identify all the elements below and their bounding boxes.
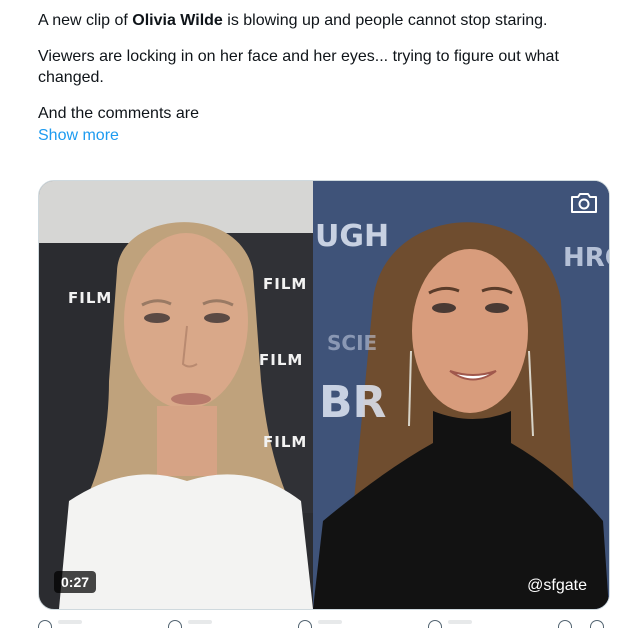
retweet-count	[188, 620, 212, 624]
tweet-paragraph-3: And the comments are	[38, 105, 199, 122]
left-panel-backdrop	[39, 181, 313, 609]
like-count	[318, 620, 342, 624]
mention-name: Olivia Wilde	[132, 12, 223, 29]
backdrop-text: SCIE	[327, 331, 378, 355]
backdrop-logo: FILM	[259, 351, 304, 369]
bookmark-icon[interactable]	[558, 620, 572, 628]
camera-icon[interactable]	[569, 191, 599, 215]
video-player[interactable]: FILM FILM FILM FILM UGH SCIE BR HR 0:27 …	[38, 180, 610, 610]
tweet-action-bar	[38, 618, 608, 628]
views-count	[448, 620, 472, 624]
backdrop-logo: FILM	[68, 289, 113, 307]
video-right-panel: UGH SCIE BR HRO	[313, 181, 609, 609]
tweet-text-part: A new clip of	[38, 12, 133, 29]
backdrop-logo: FILM	[263, 275, 308, 293]
backdrop-text: HRO	[563, 243, 609, 273]
show-more-link[interactable]: Show more	[38, 125, 119, 146]
video-left-panel: FILM FILM FILM FILM	[39, 181, 313, 609]
reply-icon[interactable]	[38, 620, 52, 628]
backdrop-logo: FILM	[263, 433, 308, 451]
tweet-text-part: is blowing up and people cannot stop sta…	[222, 12, 548, 29]
reply-count	[58, 620, 82, 624]
video-duration-badge: 0:27	[54, 571, 97, 593]
like-icon[interactable]	[298, 620, 312, 628]
tweet-paragraph-1: A new clip of Olivia Wilde is blowing up…	[38, 10, 608, 31]
backdrop-text: BR	[319, 377, 387, 428]
tweet-text: A new clip of Olivia Wilde is blowing up…	[38, 10, 608, 146]
backdrop-text: UGH	[315, 219, 390, 254]
tweet-paragraph-2: Viewers are locking in on her face and h…	[38, 48, 559, 86]
video-watermark: @sfgate	[527, 577, 587, 594]
share-icon[interactable]	[590, 620, 604, 628]
views-icon[interactable]	[428, 620, 442, 628]
retweet-icon[interactable]	[168, 620, 182, 628]
